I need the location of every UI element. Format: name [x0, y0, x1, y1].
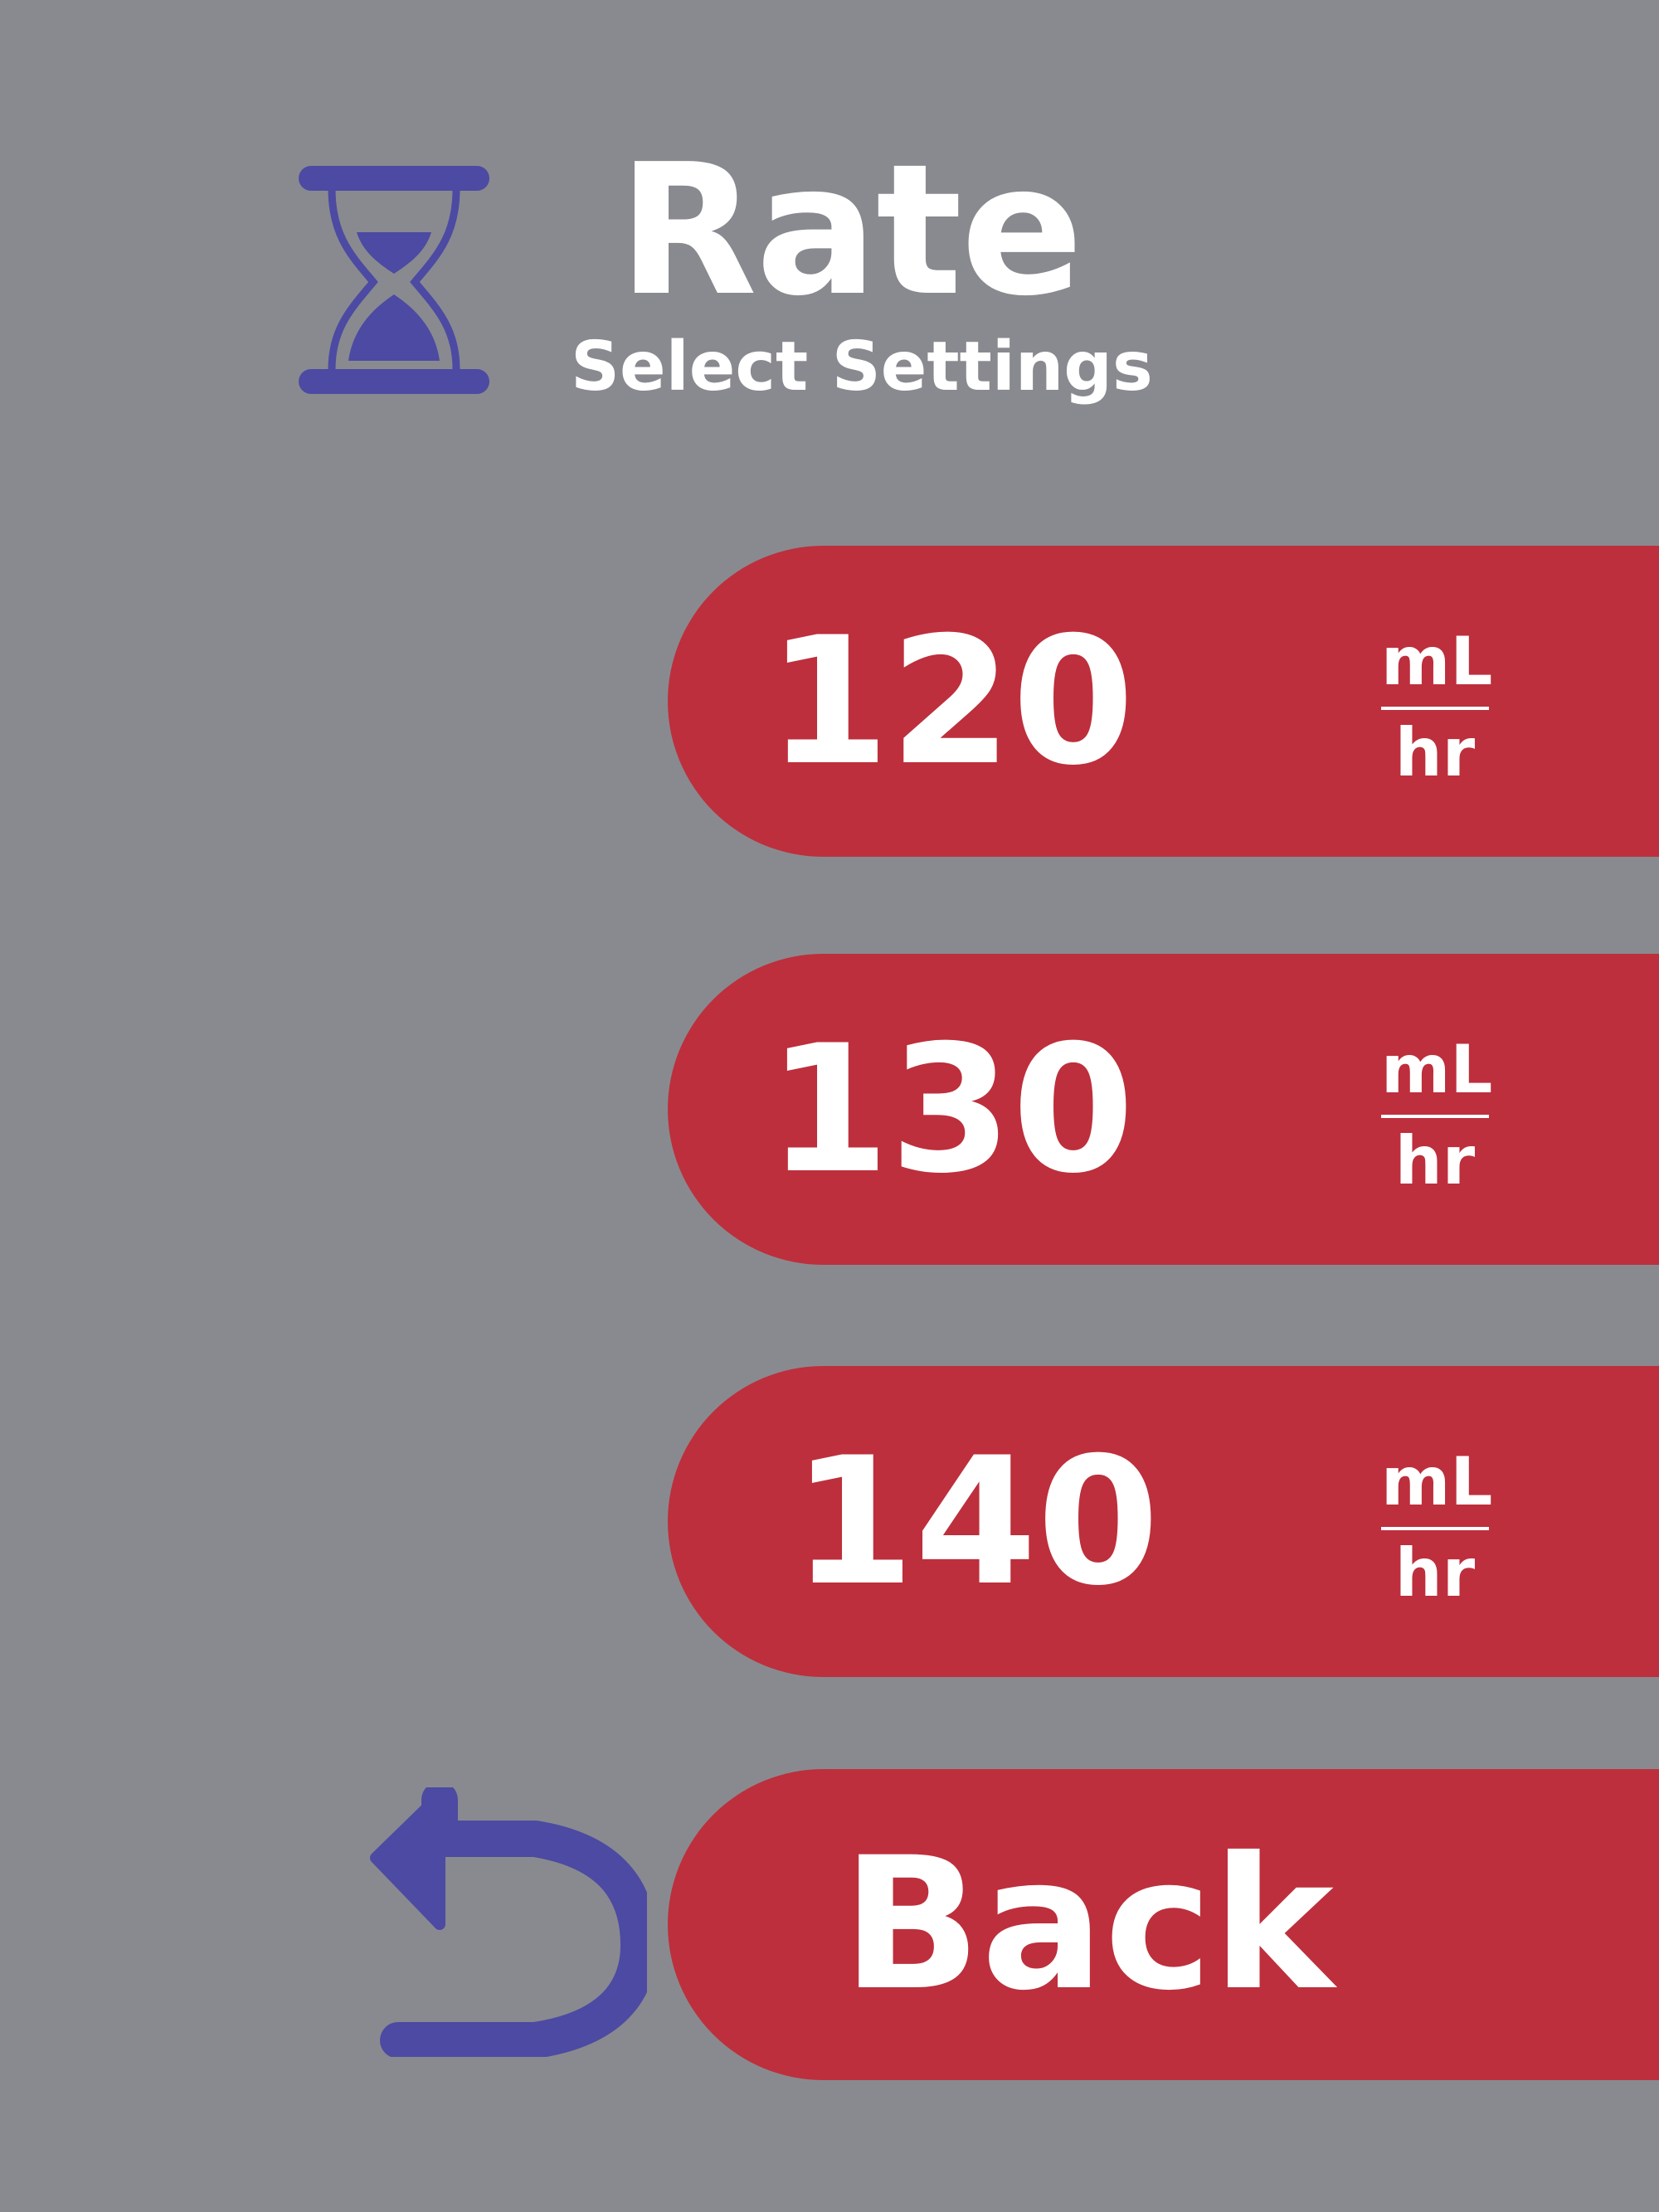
rate-option-130-button[interactable]: 130 mL hr — [668, 954, 1659, 1265]
unit-numerator: mL — [1381, 629, 1492, 710]
back-arrow-icon[interactable] — [361, 1787, 647, 2057]
back-label: Back — [842, 1818, 1334, 2030]
rate-option-140-button[interactable]: 140 mL hr — [668, 1366, 1659, 1677]
unit-numerator: mL — [1381, 1037, 1492, 1118]
unit-denominator: hr — [1394, 714, 1476, 791]
rate-unit: mL hr — [1381, 1037, 1492, 1199]
rate-value: 130 — [767, 1007, 1135, 1212]
rate-unit: mL hr — [1381, 1449, 1492, 1612]
hourglass-icon — [299, 166, 489, 394]
rate-option-120-button[interactable]: 120 mL hr — [668, 546, 1659, 857]
unit-denominator: hr — [1394, 1534, 1476, 1612]
unit-denominator: hr — [1394, 1122, 1476, 1199]
rate-value: 120 — [767, 599, 1135, 804]
unit-numerator: mL — [1381, 1449, 1492, 1530]
rate-value: 140 — [792, 1419, 1160, 1624]
page-subtitle: Select Settings — [571, 328, 1153, 406]
back-button[interactable]: Back — [668, 1769, 1659, 2080]
page-title: Rate — [618, 126, 1083, 336]
rate-unit: mL hr — [1381, 629, 1492, 791]
